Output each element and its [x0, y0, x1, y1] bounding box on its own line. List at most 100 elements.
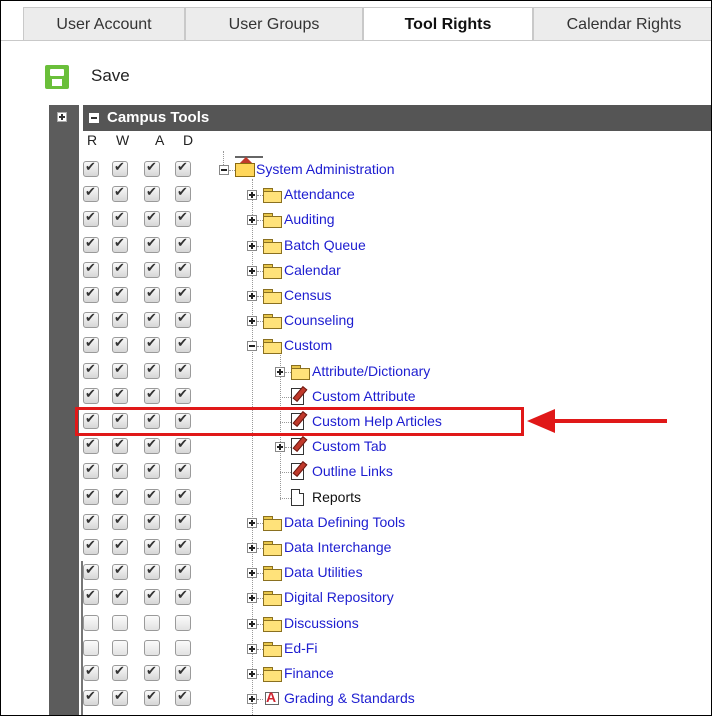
tree-item-label[interactable]: Custom: [284, 337, 332, 353]
checkbox-delete[interactable]: [175, 362, 191, 379]
save-button[interactable]: Save: [91, 66, 130, 86]
checkbox-read[interactable]: [83, 387, 99, 404]
checkbox-delete[interactable]: [175, 236, 191, 253]
expand-icon[interactable]: [275, 366, 285, 377]
checkbox-add[interactable]: [144, 437, 160, 455]
checkbox-delete[interactable]: [175, 588, 191, 606]
checkbox-write[interactable]: [112, 588, 128, 606]
checkbox-write[interactable]: [112, 488, 128, 505]
tree-item-label[interactable]: System Administration: [256, 161, 395, 177]
expand-icon[interactable]: [247, 593, 257, 604]
checkbox-add[interactable]: [144, 588, 160, 606]
expand-icon[interactable]: [275, 442, 285, 453]
checkbox-write[interactable]: [112, 387, 128, 404]
tab-tool-rights[interactable]: Tool Rights: [363, 7, 533, 41]
tree-item-label[interactable]: Grading & Standards: [284, 690, 415, 706]
expand-icon[interactable]: [247, 517, 257, 528]
checkbox-read[interactable]: [83, 588, 99, 606]
tree-item-label[interactable]: Custom Attribute: [312, 388, 416, 404]
tree-item-label[interactable]: Reports: [312, 489, 361, 505]
collapse-icon[interactable]: [247, 341, 257, 352]
checkbox-delete[interactable]: [175, 210, 191, 228]
expand-icon[interactable]: [247, 240, 257, 251]
checkbox-add[interactable]: [144, 614, 160, 631]
checkbox-add[interactable]: [144, 664, 160, 681]
collapse-icon[interactable]: [89, 113, 99, 123]
checkbox-read[interactable]: [83, 689, 99, 707]
checkbox-add[interactable]: [144, 538, 160, 555]
checkbox-read[interactable]: [83, 261, 99, 278]
checkbox-delete[interactable]: [175, 664, 191, 681]
tree-item-label[interactable]: Data Interchange: [284, 539, 391, 555]
checkbox-write[interactable]: [112, 538, 128, 555]
checkbox-read[interactable]: [83, 311, 99, 329]
checkbox-add[interactable]: [144, 336, 160, 354]
checkbox-write[interactable]: [112, 462, 128, 480]
checkbox-write[interactable]: [112, 639, 128, 656]
tree-item-label[interactable]: Data Utilities: [284, 564, 363, 580]
checkbox-delete[interactable]: [175, 614, 191, 631]
checkbox-read[interactable]: [83, 488, 99, 505]
checkbox-delete[interactable]: [175, 488, 191, 505]
tree-item-label[interactable]: Finance: [284, 665, 334, 681]
checkbox-delete[interactable]: [175, 538, 191, 555]
expand-icon[interactable]: [247, 291, 257, 301]
tree-item-label[interactable]: Counseling: [284, 312, 354, 328]
checkbox-read[interactable]: [83, 462, 99, 480]
save-icon[interactable]: [45, 65, 69, 89]
checkbox-read[interactable]: [83, 614, 99, 631]
tree-item-label[interactable]: Data Defining Tools: [284, 514, 405, 530]
tree-item-label[interactable]: Ed-Fi: [284, 640, 317, 656]
checkbox-write[interactable]: [112, 236, 128, 253]
tree-item-label[interactable]: Calendar: [284, 262, 341, 278]
checkbox-add[interactable]: [144, 513, 160, 530]
checkbox-write[interactable]: [112, 160, 128, 177]
checkbox-read[interactable]: [83, 362, 99, 379]
checkbox-delete[interactable]: [175, 462, 191, 480]
tree-item-label[interactable]: Outline Links: [312, 463, 393, 479]
checkbox-add[interactable]: [144, 462, 160, 480]
tree-item-label[interactable]: Discussions: [284, 615, 359, 631]
collapse-icon[interactable]: [219, 165, 229, 175]
checkbox-add[interactable]: [144, 387, 160, 404]
checkbox-delete[interactable]: [175, 311, 191, 329]
checkbox-delete[interactable]: [175, 513, 191, 530]
checkbox-read[interactable]: [83, 639, 99, 656]
tree-item-label[interactable]: Attribute/Dictionary: [312, 363, 430, 379]
expand-icon[interactable]: [247, 643, 257, 654]
expand-icon[interactable]: [247, 694, 257, 705]
checkbox-add[interactable]: [144, 160, 160, 177]
tab-calendar-rights[interactable]: Calendar Rights: [533, 7, 711, 41]
checkbox-write[interactable]: [112, 261, 128, 278]
checkbox-delete[interactable]: [175, 336, 191, 354]
checkbox-write[interactable]: [112, 362, 128, 379]
tree-item-label[interactable]: Census: [284, 287, 331, 303]
expand-icon[interactable]: [247, 265, 257, 276]
checkbox-add[interactable]: [144, 261, 160, 278]
checkbox-write[interactable]: [112, 513, 128, 530]
checkbox-read[interactable]: [83, 538, 99, 555]
expand-icon[interactable]: [247, 316, 257, 327]
checkbox-delete[interactable]: [175, 185, 191, 203]
checkbox-read[interactable]: [83, 437, 99, 455]
checkbox-read[interactable]: [83, 236, 99, 253]
checkbox-read[interactable]: [83, 336, 99, 354]
checkbox-write[interactable]: [112, 311, 128, 329]
checkbox-add[interactable]: [144, 286, 160, 303]
expand-icon[interactable]: [247, 618, 257, 629]
checkbox-read[interactable]: [83, 513, 99, 530]
expand-all-icon[interactable]: [57, 112, 67, 122]
checkbox-add[interactable]: [144, 236, 160, 253]
checkbox-write[interactable]: [112, 336, 128, 354]
expand-icon[interactable]: [247, 669, 257, 679]
checkbox-read[interactable]: [83, 286, 99, 303]
checkbox-add[interactable]: [144, 311, 160, 329]
tab-user-groups[interactable]: User Groups: [185, 7, 363, 41]
tree-item-label[interactable]: Auditing: [284, 211, 335, 227]
checkbox-write[interactable]: [112, 210, 128, 228]
expand-icon[interactable]: [247, 190, 257, 201]
tree-item-label[interactable]: Digital Repository: [284, 589, 394, 605]
expand-icon[interactable]: [247, 215, 257, 226]
checkbox-read[interactable]: [83, 664, 99, 681]
checkbox-add[interactable]: [144, 185, 160, 203]
